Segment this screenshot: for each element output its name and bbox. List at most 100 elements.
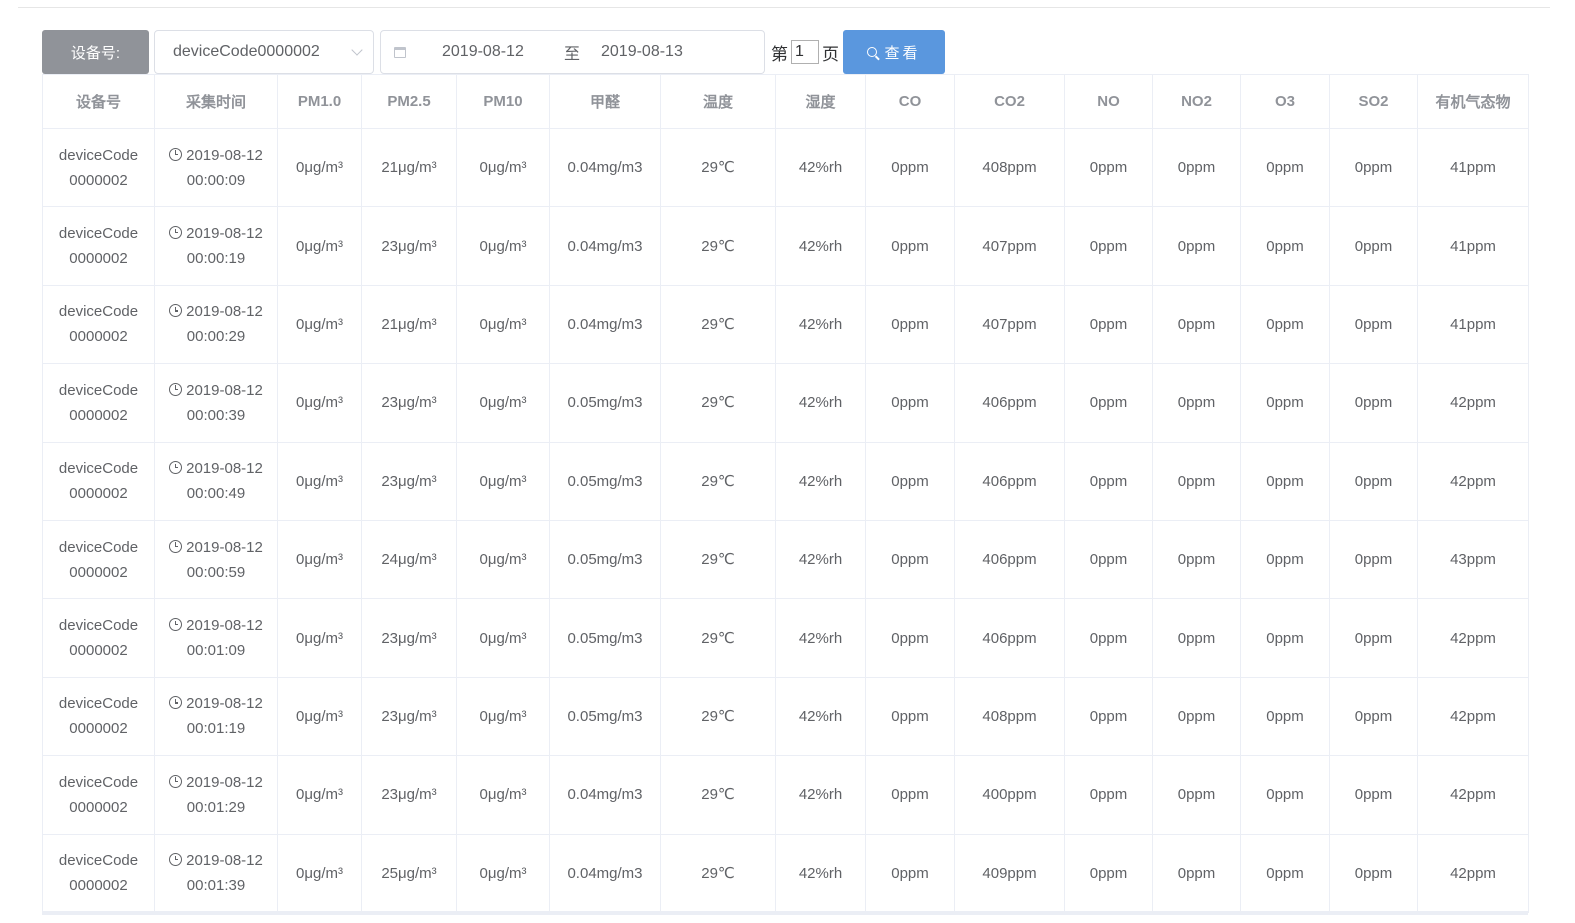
time-cell: 2019-08-12 00:00:19	[154, 206, 278, 286]
cell-voc: 42ppm	[1417, 363, 1529, 443]
cell-voc: 41ppm	[1417, 127, 1529, 208]
cell-pm10: 0μg/m³	[456, 127, 550, 208]
collect-date: 2019-08-12	[186, 460, 263, 478]
device-select-value: deviceCode0000002	[173, 43, 320, 60]
cell-co: 0ppm	[865, 206, 955, 286]
cell-pm1: 0μg/m³	[277, 284, 362, 365]
collect-date: 2019-08-12	[186, 146, 263, 164]
cell-co: 0ppm	[865, 441, 955, 521]
cell-so2: 0ppm	[1329, 284, 1418, 365]
cell-co2: 409ppm	[954, 833, 1065, 913]
cell-voc: 43ppm	[1417, 519, 1529, 600]
cell-co2: 406ppm	[954, 363, 1065, 443]
device-code: deviceCode	[58, 225, 139, 243]
collect-time: 00:00:09	[186, 171, 246, 189]
search-button[interactable]: 查看	[843, 30, 945, 74]
clock-icon	[169, 147, 183, 161]
cell-pm1: 0μg/m³	[277, 833, 362, 913]
cell-pm25: 23μg/m³	[361, 363, 457, 443]
cell-pm25: 23μg/m³	[361, 441, 457, 521]
cell-co: 0ppm	[865, 363, 955, 443]
device-code-suffix: 0000002	[69, 250, 128, 268]
cell-so2: 0ppm	[1329, 363, 1418, 443]
table-row: deviceCode 0000002 2019-08-12 00:00:29 0μg/m…	[42, 284, 1529, 365]
cell-temp: 29℃	[660, 284, 776, 365]
device-select[interactable]: deviceCode0000002	[154, 30, 374, 74]
time-cell: 2019-08-12 00:00:49	[154, 441, 278, 521]
cell-pm10: 0μg/m³	[456, 598, 550, 678]
clock-icon	[169, 461, 183, 475]
table-bottom-edge	[42, 911, 1528, 915]
clock-icon	[169, 618, 183, 632]
collect-time: 00:00:59	[186, 563, 246, 581]
cell-co: 0ppm	[865, 284, 955, 365]
cell-voc: 42ppm	[1417, 755, 1529, 835]
page-prefix: 第	[771, 44, 788, 64]
device-code-suffix: 0000002	[69, 563, 128, 581]
cell-co2: 400ppm	[954, 755, 1065, 835]
table-row: deviceCode 0000002 2019-08-12 00:01:19 0μg/m…	[42, 676, 1529, 757]
device-code: deviceCode	[58, 381, 139, 399]
cell-temp: 29℃	[660, 833, 776, 913]
date-start[interactable]: 2019-08-12	[442, 43, 542, 61]
collect-time: 00:00:39	[186, 406, 246, 424]
cell-pm25: 25μg/m³	[361, 833, 457, 913]
table-row: deviceCode 0000002 2019-08-12 00:00:19 0μg/m…	[42, 206, 1529, 286]
cell-co2: 408ppm	[954, 127, 1065, 208]
device-code-suffix: 0000002	[69, 720, 128, 738]
cell-temp: 29℃	[660, 127, 776, 208]
table-row: deviceCode 0000002 2019-08-12 00:01:29 0μg/m…	[42, 755, 1529, 835]
cell-pm1: 0μg/m³	[277, 441, 362, 521]
device-code-suffix: 0000002	[69, 406, 128, 424]
cell-pm25: 23μg/m³	[361, 755, 457, 835]
cell-temp: 29℃	[660, 363, 776, 443]
table-row: deviceCode 0000002 2019-08-12 00:00:59 0μg/m…	[42, 519, 1529, 600]
collect-date: 2019-08-12	[186, 303, 263, 321]
top-divider	[18, 7, 1550, 8]
collect-time: 00:01:09	[186, 642, 246, 660]
cell-so2: 0ppm	[1329, 676, 1418, 757]
date-range-picker[interactable]: 2019-08-12 至 2019-08-13	[380, 30, 765, 74]
cell-hum: 42%rh	[775, 127, 866, 208]
date-separator: 至	[563, 46, 580, 63]
cell-pm10: 0μg/m³	[456, 755, 550, 835]
cell-hcho: 0.04mg/m3	[549, 755, 661, 835]
cell-hcho: 0.05mg/m3	[549, 676, 661, 757]
cell-pm1: 0μg/m³	[277, 206, 362, 286]
cell-co2: 406ppm	[954, 598, 1065, 678]
clock-icon	[169, 696, 183, 710]
time-cell: 2019-08-12 00:00:39	[154, 363, 278, 443]
device-code: deviceCode	[58, 773, 139, 791]
cell-pm1: 0μg/m³	[277, 363, 362, 443]
clock-icon	[169, 539, 183, 553]
collect-time: 00:01:29	[186, 798, 246, 816]
column-header: O3	[1240, 74, 1330, 129]
device-label: 设备号:	[42, 30, 149, 74]
cell-temp: 29℃	[660, 676, 776, 757]
cell-o3: 0ppm	[1240, 363, 1330, 443]
cell-no: 0ppm	[1064, 127, 1153, 208]
time-cell: 2019-08-12 00:00:09	[154, 127, 278, 208]
cell-pm1: 0μg/m³	[277, 127, 362, 208]
date-end[interactable]: 2019-08-13	[601, 43, 701, 61]
page-input[interactable]	[791, 40, 819, 64]
sensor-data-table: 设备号 采集时间 PM1.0 PM2.5 PM10 甲醛 温度 湿度 CO CO2 NO NO2 O3 S…	[42, 74, 1529, 913]
cell-hum: 42%rh	[775, 363, 866, 443]
cell-temp: 29℃	[660, 206, 776, 286]
device-code-suffix: 0000002	[69, 798, 128, 816]
cell-voc: 41ppm	[1417, 284, 1529, 365]
cell-hum: 42%rh	[775, 519, 866, 600]
cell-pm10: 0μg/m³	[456, 363, 550, 443]
cell-so2: 0ppm	[1329, 755, 1418, 835]
cell-pm1: 0μg/m³	[277, 519, 362, 600]
cell-so2: 0ppm	[1329, 833, 1418, 913]
cell-hum: 42%rh	[775, 206, 866, 286]
filter-toolbar: 设备号: deviceCode0000002 2019-08-12 至 2019…	[42, 30, 945, 74]
cell-pm10: 0μg/m³	[456, 833, 550, 913]
cell-hcho: 0.05mg/m3	[549, 598, 661, 678]
device-cell: deviceCode 0000002	[42, 833, 155, 913]
cell-no2: 0ppm	[1152, 363, 1241, 443]
device-code-suffix: 0000002	[69, 485, 128, 503]
device-code: deviceCode	[58, 460, 139, 478]
cell-o3: 0ppm	[1240, 206, 1330, 286]
